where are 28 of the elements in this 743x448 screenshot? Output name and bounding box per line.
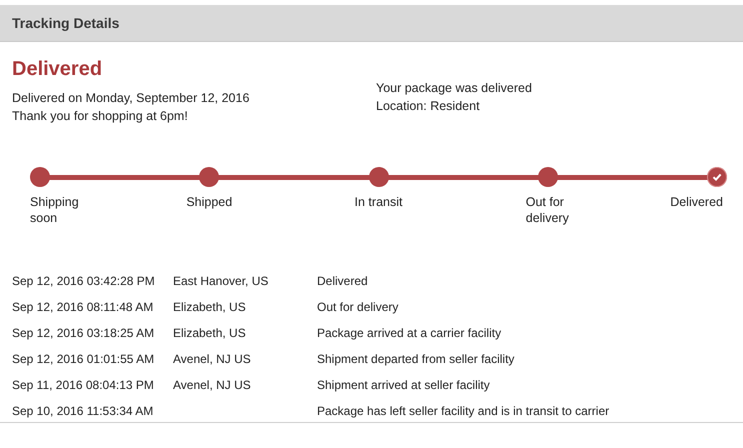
- event-time: Sep 12, 2016 01:01:55 AM: [12, 351, 154, 368]
- delivery-detail: Your package was delivered: [376, 80, 532, 97]
- delivery-detail: Location: Resident: [376, 98, 480, 115]
- status-text: Thank you for shopping at 6pm!: [12, 108, 188, 125]
- event-description: Shipment arrived at seller facility: [317, 377, 490, 394]
- section-title: Tracking Details: [11, 14, 120, 33]
- event-description: Delivered: [317, 273, 368, 290]
- status-heading: Delivered: [12, 58, 102, 81]
- event-time: Sep 12, 2016 03:18:25 AM: [12, 325, 154, 342]
- step-label: Shipped: [186, 194, 232, 210]
- event-location: Avenel, NJ US: [173, 377, 251, 394]
- event-time: Sep 12, 2016 03:42:28 PM: [12, 273, 155, 290]
- step-label: Shipping soon: [30, 194, 80, 226]
- status-text: Delivered on Monday, September 12, 2016: [12, 90, 250, 107]
- event-description: Shipment departed from seller facility: [317, 351, 514, 368]
- step-label: In transit: [354, 194, 402, 210]
- step-label: Out for delivery: [526, 194, 570, 226]
- event-description: Package has left seller facility and is in transit to carrier: [317, 403, 610, 420]
- event-location: East Hanover, US: [173, 273, 268, 290]
- event-location: Elizabeth, US: [173, 299, 246, 316]
- event-time: Sep 12, 2016 08:11:48 AM: [12, 299, 154, 316]
- event-time: Sep 11, 2016 08:04:13 PM: [12, 377, 154, 394]
- event-location: Elizabeth, US: [173, 325, 246, 342]
- event-description: Package arrived at a carrier facility: [317, 325, 502, 342]
- event-description: Out for delivery: [317, 299, 398, 316]
- event-location: Avenel, NJ US: [173, 351, 251, 368]
- step-label: Delivered: [670, 194, 723, 210]
- event-time: Sep 10, 2016 11:53:34 AM: [12, 403, 154, 420]
